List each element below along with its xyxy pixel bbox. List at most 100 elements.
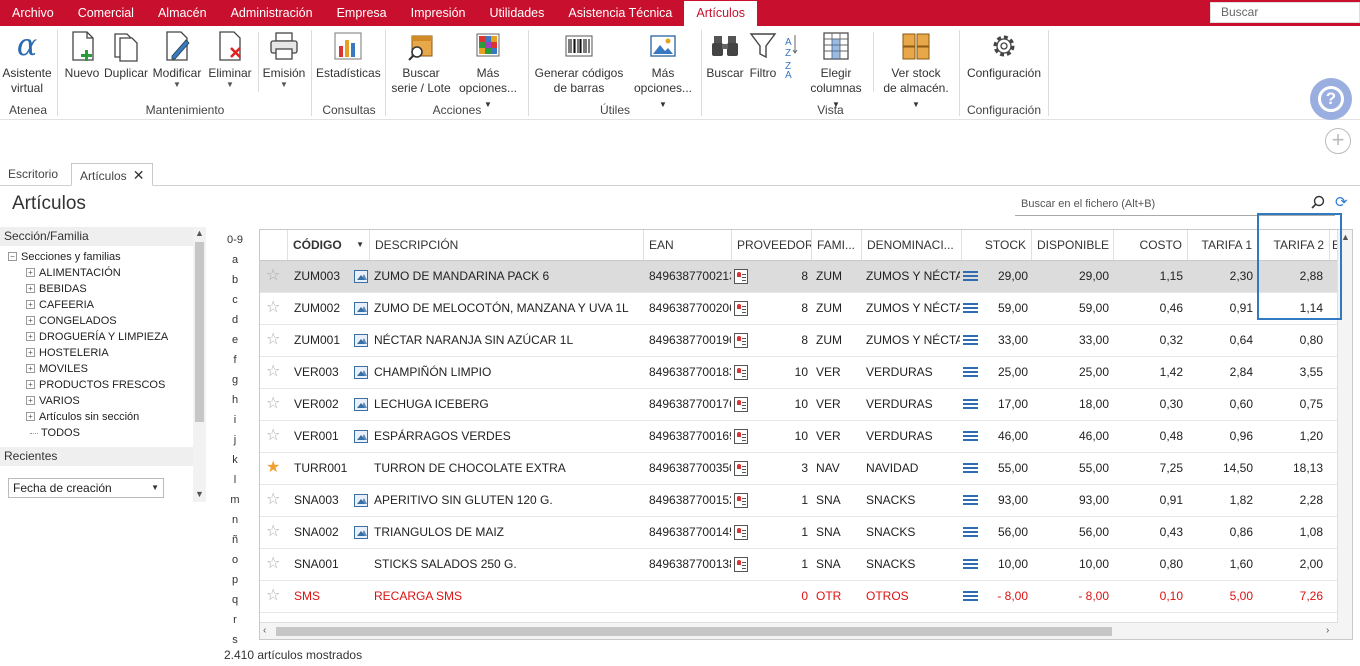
modificar-button[interactable]: Modificar ▼ [150, 30, 204, 89]
favorite-star-icon[interactable]: ☆ [266, 524, 280, 540]
supplier-card-icon[interactable] [734, 461, 748, 476]
column-header-ean[interactable]: EAN [644, 230, 732, 260]
duplicar-button[interactable]: Duplicar [103, 30, 149, 81]
search-icon[interactable] [1311, 195, 1325, 209]
global-search-input[interactable]: Buscar [1210, 2, 1360, 23]
table-row[interactable]: ☆ ZUM003 ZUMO DE MANDARINA PACK 6 849638770… [260, 261, 1338, 293]
alpha-index-item[interactable]: r [224, 610, 246, 630]
favorite-star-icon[interactable]: ☆ [266, 588, 280, 604]
close-icon[interactable]: ✕ [133, 167, 145, 183]
menu-almacen[interactable]: Almacén [146, 0, 219, 26]
table-row[interactable]: ☆ SNA002 TRIANGULOS DE MAIZ 8496387700145 1 S… [260, 517, 1338, 549]
supplier-card-icon[interactable] [734, 525, 748, 540]
alpha-index-item[interactable]: d [224, 310, 246, 330]
alpha-index-item[interactable]: g [224, 370, 246, 390]
alpha-index-item[interactable]: o [224, 550, 246, 570]
expand-icon[interactable]: + [26, 315, 35, 325]
scroll-right-icon[interactable]: › [1326, 625, 1329, 636]
ver-stock-almacen-button[interactable]: Ver stock de almacén. ▼ [878, 30, 954, 112]
supplier-card-icon[interactable] [734, 493, 748, 508]
favorite-star-icon[interactable]: ☆ [266, 396, 280, 412]
tree-item[interactable]: + CAFEERIA [8, 297, 193, 313]
favorite-star-icon[interactable]: ☆ [266, 364, 280, 380]
alpha-index-item[interactable]: j [224, 430, 246, 450]
column-header-denominacion[interactable]: DENOMINACI... [862, 230, 962, 260]
alpha-index-item[interactable]: p [224, 570, 246, 590]
alpha-index-item[interactable]: k [224, 450, 246, 470]
supplier-card-icon[interactable] [734, 429, 748, 444]
supplier-card-icon[interactable] [734, 557, 748, 572]
tree-item[interactable]: + HOSTELERIA [8, 345, 193, 361]
alpha-index-item[interactable]: f [224, 350, 246, 370]
menu-comercial[interactable]: Comercial [66, 0, 146, 26]
column-header-tarifa1[interactable]: TARIFA 1 [1188, 230, 1258, 260]
sort-az-button[interactable]: AZZA [783, 30, 803, 78]
asistente-virtual-button[interactable]: α Asistente virtual [2, 30, 52, 96]
supplier-card-icon[interactable] [734, 365, 748, 380]
tree-item[interactable]: + BEBIDAS [8, 281, 193, 297]
table-row[interactable]: ☆ VER001 ESPÁRRAGOS VERDES 8496387700169 10 V… [260, 421, 1338, 453]
supplier-card-icon[interactable] [734, 301, 748, 316]
buscar-serie-lote-button[interactable]: Buscar serie / Lote [390, 30, 452, 96]
tree-item-todos[interactable]: TODOS [8, 425, 193, 441]
alpha-index-item[interactable]: l [224, 470, 246, 490]
supplier-card-icon[interactable] [734, 397, 748, 412]
alpha-index-item[interactable]: ñ [224, 530, 246, 550]
favorite-star-icon[interactable]: ☆ [266, 556, 280, 572]
column-header-costo[interactable]: COSTO [1114, 230, 1188, 260]
column-header-proveedor[interactable]: PROVEEDOR [732, 230, 812, 260]
favorite-star-icon[interactable]: ☆ [266, 268, 280, 284]
alpha-index-item[interactable]: 0-9 [224, 230, 246, 250]
alpha-index-item[interactable]: q [224, 590, 246, 610]
menu-impresion[interactable]: Impresión [399, 0, 478, 26]
scroll-down-icon[interactable]: ▼ [195, 489, 204, 499]
scroll-up-icon[interactable]: ▲ [195, 228, 204, 238]
expand-icon[interactable]: + [26, 379, 35, 389]
favorite-star-filled-icon[interactable]: ★ [266, 460, 280, 476]
tree-item[interactable]: + VARIOS [8, 393, 193, 409]
help-button[interactable]: ? [1310, 78, 1352, 120]
acciones-mas-opciones-button[interactable]: Más opciones... ▼ [455, 30, 521, 112]
favorite-star-icon[interactable]: ☆ [266, 300, 280, 316]
scroll-left-icon[interactable]: ‹ [263, 625, 266, 636]
utiles-mas-opciones-button[interactable]: Más opciones... ▼ [630, 30, 696, 112]
grid-horizontal-scrollbar[interactable]: ‹ › [260, 622, 1338, 639]
tree-item[interactable]: + CONGELADOS [8, 313, 193, 329]
elegir-columnas-button[interactable]: Elegir columnas ▼ [806, 30, 866, 112]
alpha-index-item[interactable]: s [224, 630, 246, 650]
menu-articulos[interactable]: Artículos [684, 0, 758, 26]
favorite-star-icon[interactable]: ☆ [266, 492, 280, 508]
column-header-favorite[interactable] [260, 230, 288, 260]
menu-asistencia-tecnica[interactable]: Asistencia Técnica [556, 0, 684, 26]
table-row[interactable]: ☆ ZUM001 NÉCTAR NARANJA SIN AZÚCAR 1L 84963… [260, 325, 1338, 357]
column-header-descripcion[interactable]: DESCRIPCIÓN [370, 230, 644, 260]
expand-icon[interactable]: + [26, 411, 35, 421]
column-header-disponible[interactable]: DISPONIBLE [1032, 230, 1114, 260]
estadisticas-button[interactable]: Estadísticas [316, 30, 381, 81]
scroll-thumb[interactable] [276, 627, 1112, 636]
filtro-button[interactable]: Filtro [746, 30, 780, 81]
table-row[interactable]: ☆ SMS RECARGA SMS 0 OTR OTROS - 8,00 - 8,00 0,10… [260, 581, 1338, 613]
tree-root[interactable]: − Secciones y familias [8, 249, 193, 265]
menu-archivo[interactable]: Archivo [0, 0, 66, 26]
alpha-index-item[interactable]: n [224, 510, 246, 530]
table-row[interactable]: ☆ SNA003 APERITIVO SIN GLUTEN 120 G. 849638… [260, 485, 1338, 517]
expand-icon[interactable]: + [26, 363, 35, 373]
alpha-index-item[interactable]: e [224, 330, 246, 350]
expand-icon[interactable]: + [26, 267, 35, 277]
alpha-index-item[interactable]: a [224, 250, 246, 270]
tab-articulos[interactable]: Artículos ✕ [71, 163, 154, 186]
favorite-star-icon[interactable]: ☆ [266, 332, 280, 348]
configuracion-button[interactable]: Configuración [964, 30, 1044, 81]
table-row[interactable]: ★ TURR001 TURRON DE CHOCOLATE EXTRA 8496387… [260, 453, 1338, 485]
menu-utilidades[interactable]: Utilidades [478, 0, 557, 26]
add-tab-button[interactable]: + [1325, 128, 1351, 154]
expand-icon[interactable]: + [26, 283, 35, 293]
expand-icon[interactable]: + [26, 347, 35, 357]
recent-sort-select[interactable]: Fecha de creación ▼ [8, 478, 164, 498]
menu-empresa[interactable]: Empresa [325, 0, 399, 26]
emision-button[interactable]: Emisión ▼ [262, 30, 306, 89]
alpha-index-item[interactable]: h [224, 390, 246, 410]
favorite-star-icon[interactable]: ☆ [266, 428, 280, 444]
menu-administracion[interactable]: Administración [219, 0, 325, 26]
